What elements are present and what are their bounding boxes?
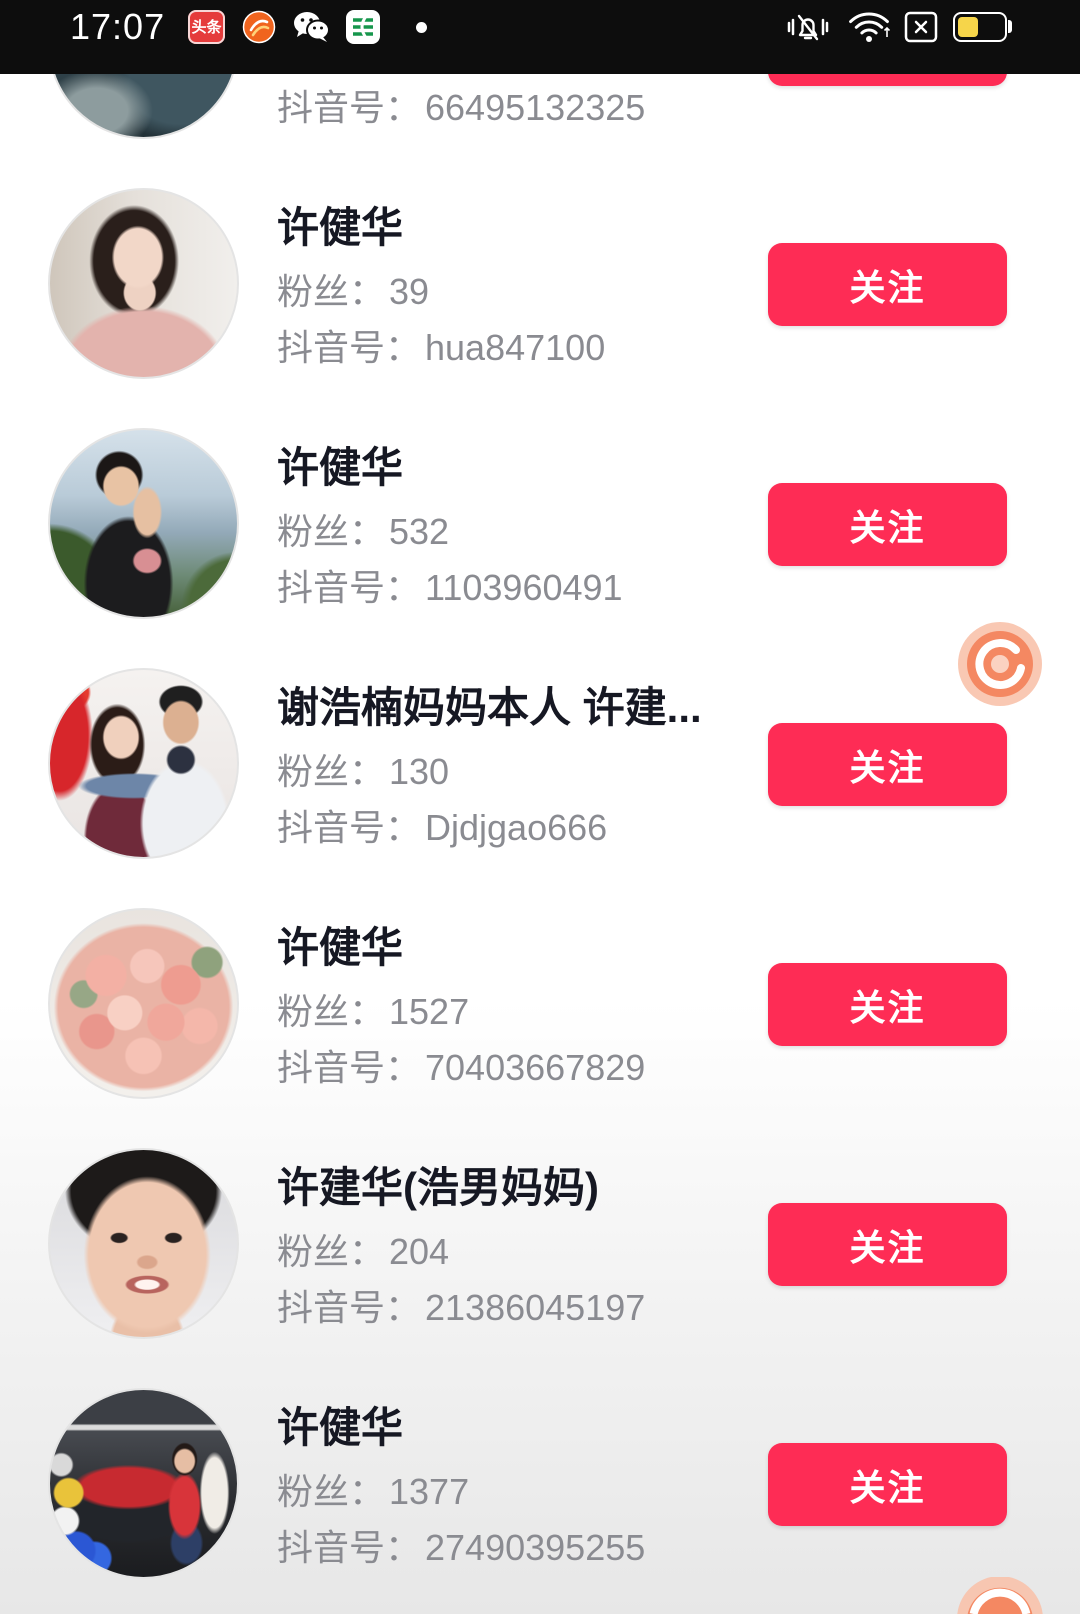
wechat-icon — [294, 12, 330, 42]
user-name: 许健华 — [277, 924, 404, 971]
user-name: 许健华 — [277, 1404, 404, 1451]
fans-value: 532 — [389, 511, 450, 552]
avatar[interactable] — [48, 188, 239, 379]
douyin-id-label: 抖音号： — [277, 1287, 422, 1328]
follow-button[interactable]: 关注 — [768, 1443, 1007, 1526]
user-result-item[interactable]: 许健华 粉丝： 1377 抖音号： 27490395255 关注 — [0, 1388, 1080, 1588]
douyin-id: 抖音号： 21386045197 — [277, 1286, 645, 1330]
douyin-id: 抖音号： 27490395255 — [277, 1526, 645, 1570]
fans-label: 粉丝： — [277, 1231, 386, 1272]
follow-button[interactable]: 关注 — [768, 1203, 1007, 1286]
post-app-icon — [346, 10, 380, 44]
fans-label: 粉丝： — [277, 991, 386, 1032]
follow-button[interactable]: 关注 — [768, 723, 1007, 806]
douyin-id-value: hua847100 — [425, 327, 606, 368]
avatar[interactable] — [48, 908, 239, 1099]
fans-value: 1377 — [389, 1471, 470, 1512]
more-notifications-dot-icon — [416, 22, 427, 33]
user-result-item[interactable]: 许建华(浩男妈妈) 粉丝： 204 抖音号： 21386045197 关注 — [0, 1148, 1080, 1348]
douyin-id-value: 70403667829 — [425, 1047, 646, 1088]
douyin-id: 抖音号： 70403667829 — [277, 1046, 645, 1090]
user-name: 许建华(浩男妈妈) — [277, 1164, 599, 1211]
douyin-id-value: Djdjgao666 — [425, 807, 608, 848]
assistant-icon[interactable] — [957, 1577, 1043, 1614]
avatar[interactable] — [48, 668, 239, 859]
douyin-id-label: 抖音号： — [277, 1047, 422, 1088]
fans-label: 粉丝： — [277, 1471, 386, 1512]
user-result-item[interactable]: 谢浩楠妈妈本人 许建... 粉丝： 130 抖音号： Djdjgao666 关注 — [0, 668, 1080, 868]
douyin-id: 抖音号： 1103960491 — [277, 566, 623, 610]
battery-icon — [953, 12, 1007, 42]
user-name: 许健华 — [277, 204, 404, 251]
fans-value: 1527 — [389, 991, 470, 1032]
fans-count: 粉丝： 130 — [277, 750, 449, 794]
orange-app-icon — [242, 10, 276, 44]
fans-count: 粉丝： 1377 — [277, 1470, 469, 1514]
douyin-id: 抖音号： Djdjgao666 — [277, 806, 607, 850]
douyin-id-value: 27490395255 — [425, 1527, 646, 1568]
follow-button[interactable]: 关注 — [768, 963, 1007, 1046]
avatar[interactable] — [48, 1148, 239, 1339]
battery-nub — [1008, 20, 1012, 33]
fans-count: 粉丝： 1527 — [277, 990, 469, 1034]
user-result-item[interactable]: 许健华 粉丝： 39 抖音号： hua847100 关注 — [0, 188, 1080, 388]
user-name: 许健华 — [277, 444, 404, 491]
assistant-icon[interactable] — [957, 621, 1043, 707]
no-sim-icon — [904, 11, 938, 43]
douyin-id-label: 抖音号： — [277, 1527, 422, 1568]
douyin-id-value: 21386045197 — [425, 1287, 646, 1328]
avatar[interactable] — [48, 1388, 239, 1579]
user-name: 谢浩楠妈妈本人 许建... — [277, 684, 702, 731]
fans-count: 粉丝： 39 — [277, 270, 429, 314]
fans-label: 粉丝： — [277, 271, 386, 312]
douyin-id-label: 抖音号： — [277, 327, 422, 368]
fans-value: 39 — [389, 271, 430, 312]
status-time: 17:07 — [70, 6, 166, 47]
fans-label: 粉丝： — [277, 751, 386, 792]
douyin-id: 抖音号： 66495132325 — [277, 86, 645, 130]
battery-fill — [958, 17, 978, 37]
follow-button[interactable]: 关注 — [768, 243, 1007, 326]
fans-count: 粉丝： 532 — [277, 510, 449, 554]
douyin-id-value: 1103960491 — [425, 567, 623, 608]
user-search-results-list: 抖音号： 66495132325 许健华 粉丝： 39 抖音号： hua847100 … — [0, 0, 1080, 1614]
douyin-id-value: 66495132325 — [425, 87, 646, 128]
fans-count: 粉丝： 204 — [277, 1230, 449, 1274]
status-bar: 17:07 头条 — [0, 0, 1080, 74]
fans-value: 204 — [389, 1231, 450, 1272]
douyin-id-label: 抖音号： — [277, 807, 422, 848]
wifi-icon — [849, 12, 891, 42]
mute-icon — [787, 14, 829, 41]
douyin-id: 抖音号： hua847100 — [277, 326, 605, 370]
avatar[interactable] — [48, 428, 239, 619]
toutiao-app-icon: 头条 — [188, 10, 225, 44]
follow-button[interactable]: 关注 — [768, 483, 1007, 566]
user-result-item[interactable]: 许健华 粉丝： 532 抖音号： 1103960491 关注 — [0, 428, 1080, 628]
douyin-id-label: 抖音号： — [277, 567, 422, 608]
douyin-id-label: 抖音号： — [277, 87, 422, 128]
fans-value: 130 — [389, 751, 450, 792]
user-result-item[interactable]: 许健华 粉丝： 1527 抖音号： 70403667829 关注 — [0, 908, 1080, 1108]
fans-label: 粉丝： — [277, 511, 386, 552]
